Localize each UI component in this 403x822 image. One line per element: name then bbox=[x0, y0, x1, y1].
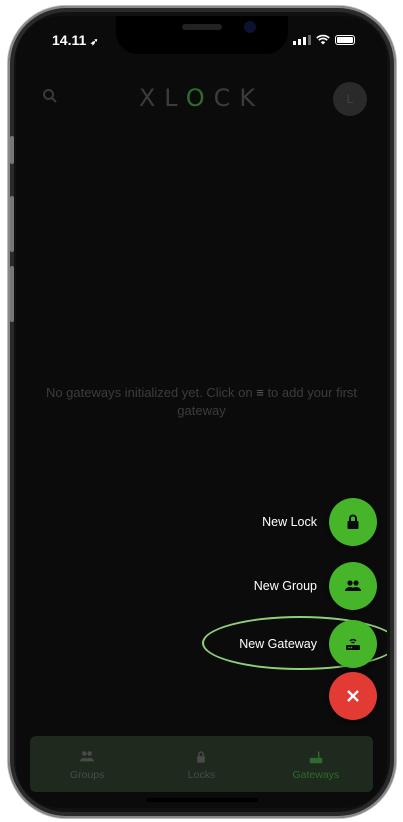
front-camera bbox=[244, 21, 256, 33]
fab-new-group-row[interactable]: New Group bbox=[254, 562, 377, 610]
new-group-button[interactable] bbox=[329, 562, 377, 610]
avatar[interactable]: L bbox=[333, 82, 367, 116]
app-bar: XLOCK L bbox=[16, 74, 387, 122]
fab-new-group-label[interactable]: New Group bbox=[254, 579, 317, 593]
router-icon bbox=[346, 638, 360, 650]
status-time: 14.11 ➶ bbox=[52, 32, 99, 48]
status-icons bbox=[293, 34, 355, 45]
new-lock-button[interactable] bbox=[329, 498, 377, 546]
nav-tab-groups[interactable]: Groups bbox=[30, 736, 144, 792]
fab-new-lock-label[interactable]: New Lock bbox=[262, 515, 317, 529]
wifi-icon bbox=[316, 34, 330, 45]
lock-icon bbox=[197, 750, 206, 763]
menu-icon: ≡ bbox=[256, 385, 264, 400]
nav-tab-gateways-label: Gateways bbox=[292, 768, 340, 781]
nav-tab-locks-label: Locks bbox=[187, 768, 216, 781]
home-indicator bbox=[146, 798, 258, 802]
battery-icon bbox=[335, 34, 355, 45]
fab-new-lock-row[interactable]: New Lock bbox=[262, 498, 377, 546]
app-screen: 14.11 ➶ XLOCK L No gateways initialized … bbox=[16, 16, 387, 808]
new-gateway-button[interactable] bbox=[329, 620, 377, 668]
nav-tab-gateways[interactable]: Gateways bbox=[259, 736, 373, 792]
nav-tab-locks[interactable]: Locks bbox=[144, 736, 258, 792]
close-icon bbox=[347, 690, 359, 702]
group-icon bbox=[345, 580, 361, 591]
notch bbox=[116, 16, 288, 54]
location-arrow-icon: ➶ bbox=[90, 37, 99, 48]
bottom-navigation: Groups Locks Gateways bbox=[30, 736, 373, 792]
cellular-signal-icon bbox=[293, 34, 311, 45]
empty-state-message: No gateways initialized yet. Click on ≡ … bbox=[45, 385, 358, 418]
nav-tab-groups-label: Groups bbox=[69, 768, 105, 781]
close-menu-button[interactable] bbox=[329, 672, 377, 720]
lock-icon bbox=[347, 514, 359, 529]
speaker bbox=[182, 24, 222, 30]
group-icon bbox=[80, 750, 95, 761]
fab-close-row[interactable] bbox=[329, 672, 377, 720]
app-logo: XLOCK bbox=[138, 84, 265, 112]
router-icon bbox=[309, 751, 323, 763]
fab-new-gateway-row[interactable]: New Gateway bbox=[239, 620, 377, 668]
fab-new-gateway-label[interactable]: New Gateway bbox=[239, 637, 317, 651]
